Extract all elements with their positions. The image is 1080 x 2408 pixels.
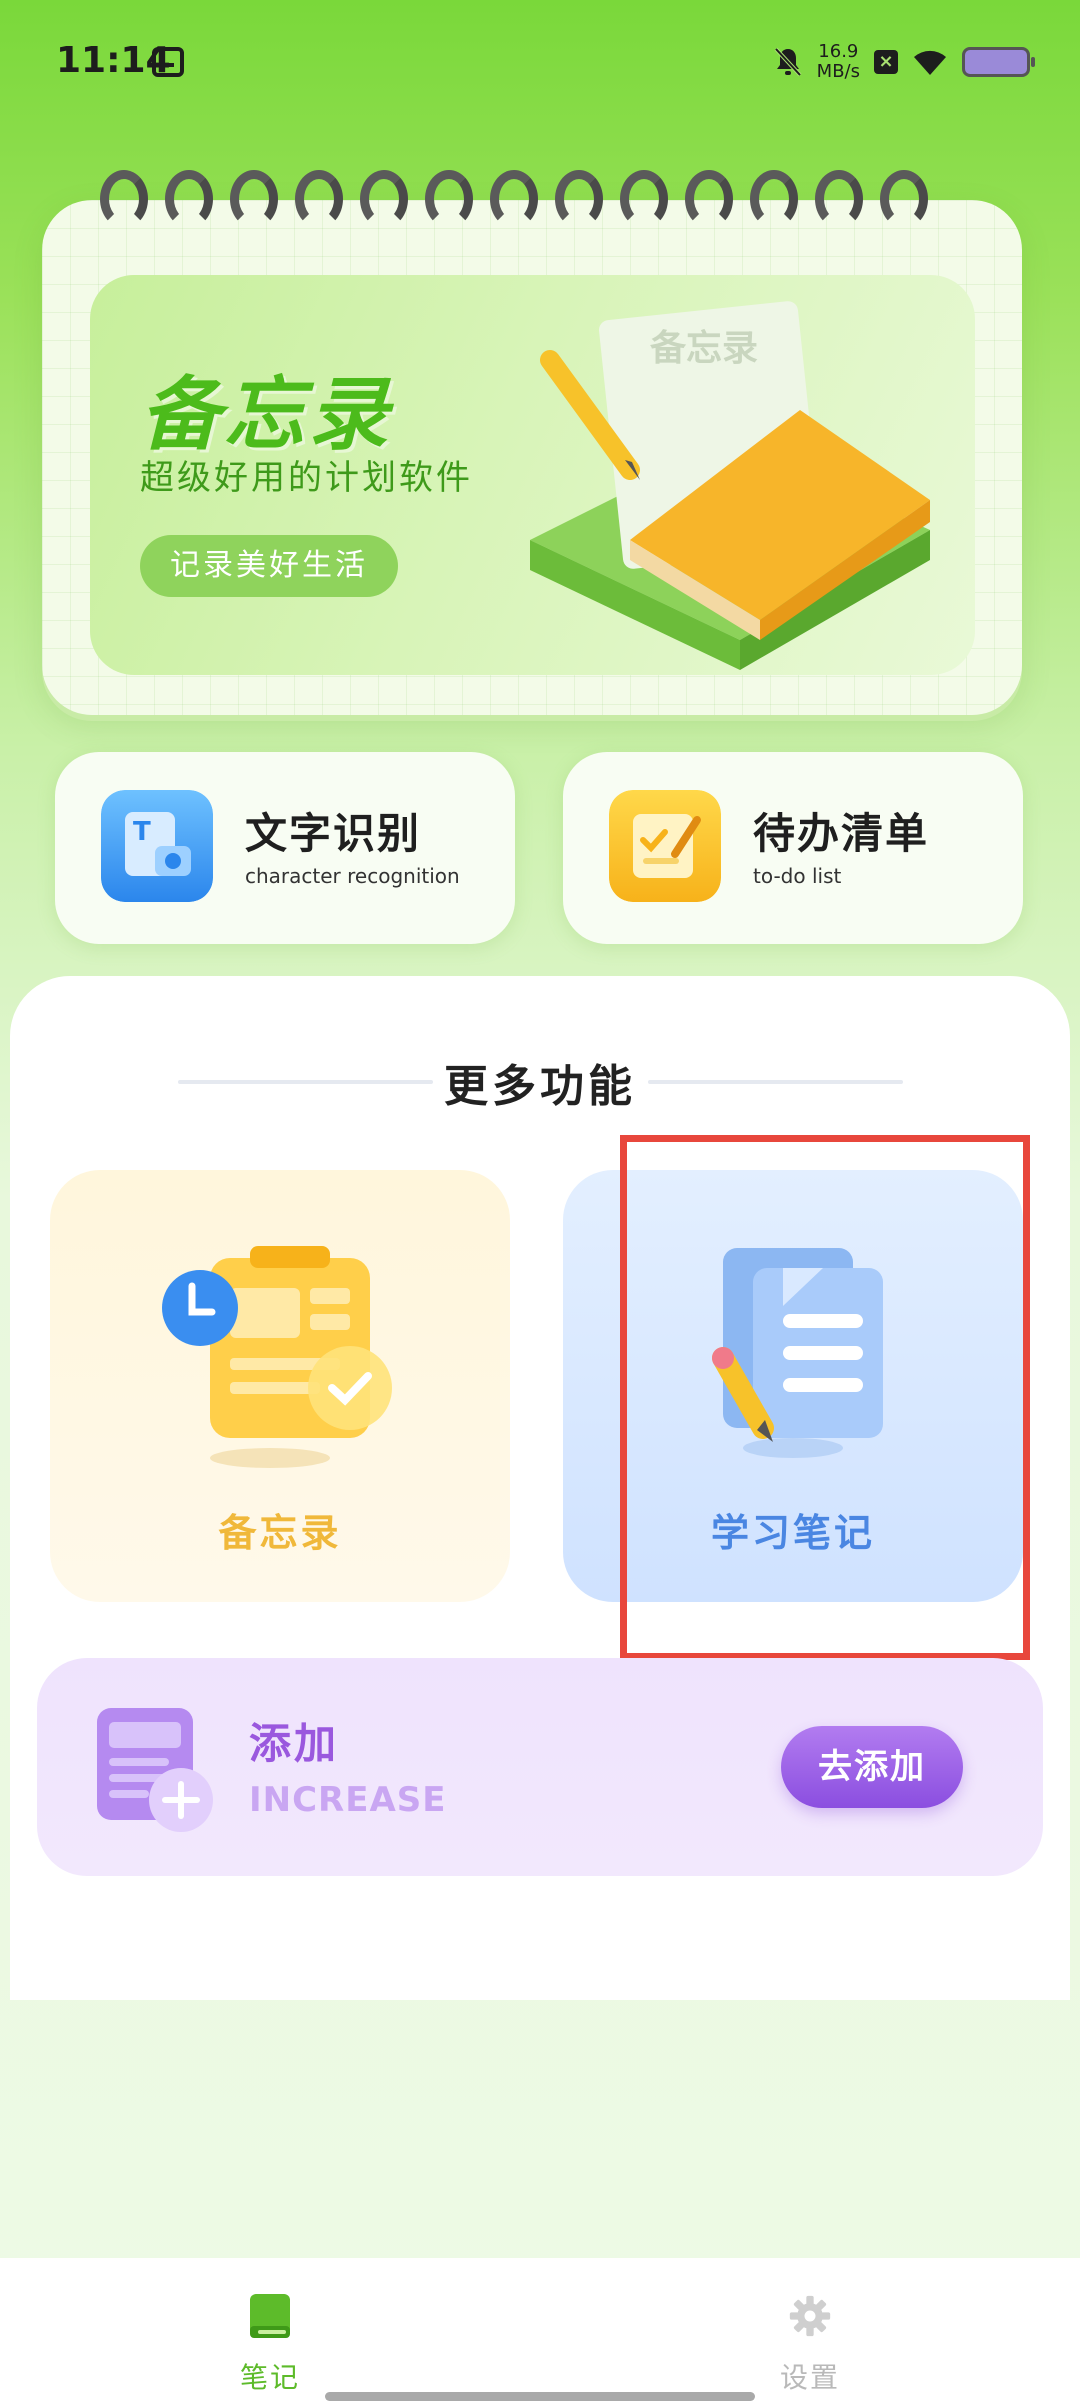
go-add-button[interactable]: 去添加: [781, 1726, 963, 1808]
banner-subtitle: 超级好用的计划软件: [140, 458, 473, 498]
book-icon: [250, 2294, 290, 2338]
notebook-rings: [100, 170, 940, 240]
bottom-nav: [0, 2258, 1080, 2408]
memo-card[interactable]: 备忘录: [50, 1170, 510, 1602]
memo-label: 备忘录: [218, 1511, 342, 1555]
notebook-illustration: 备忘录: [530, 301, 930, 670]
wifi-icon: [914, 50, 946, 75]
add-subtitle: INCREASE: [249, 1780, 447, 1820]
text-scan-icon: T: [101, 790, 213, 902]
gear-icon: [789, 2295, 831, 2337]
network-speed: 16.9 MB/s: [817, 42, 860, 82]
banner-title: 备忘录: [140, 368, 392, 461]
nav-item-notes[interactable]: 笔记: [170, 2292, 370, 2396]
battery-icon: [962, 47, 1035, 77]
banner-pill: 记录美好生活: [140, 535, 398, 597]
ocr-card[interactable]: T 文字识别 character recognition: [55, 752, 515, 944]
section-title: 更多功能: [444, 1061, 636, 1112]
status-icons: 16.9 MB/s ×: [773, 40, 1035, 84]
add-document-icon: [97, 1708, 213, 1832]
mute-bell-icon: [774, 47, 802, 77]
net-speed-value: 16.9: [818, 41, 859, 62]
status-bar: 11:14 16.9 MB/s ×: [0, 0, 1080, 120]
todo-note-icon: [609, 790, 721, 902]
todo-card[interactable]: 待办清单 to-do list: [563, 752, 1023, 944]
close-box-icon: ×: [874, 50, 898, 74]
calendar-status-icon: [152, 47, 184, 77]
add-card[interactable]: 添加 INCREASE 去添加: [37, 1658, 1043, 1876]
net-speed-unit: MB/s: [816, 61, 860, 82]
highlight-box: [620, 1135, 1030, 1660]
home-indicator[interactable]: [325, 2392, 755, 2401]
todo-title: 待办清单: [753, 809, 930, 858]
nav-label-notes: 笔记: [239, 2361, 300, 2394]
todo-subtitle: to-do list: [753, 864, 842, 888]
nav-item-settings[interactable]: 设置: [710, 2292, 910, 2396]
clipboard-clock-icon: [162, 1246, 392, 1468]
note-paper-text: 备忘录: [650, 328, 758, 369]
nav-label-settings: 设置: [779, 2361, 840, 2394]
add-title: 添加: [249, 1719, 340, 1768]
svg-text:T: T: [133, 817, 151, 847]
ocr-title: 文字识别: [245, 809, 422, 858]
ocr-subtitle: character recognition: [245, 864, 460, 888]
